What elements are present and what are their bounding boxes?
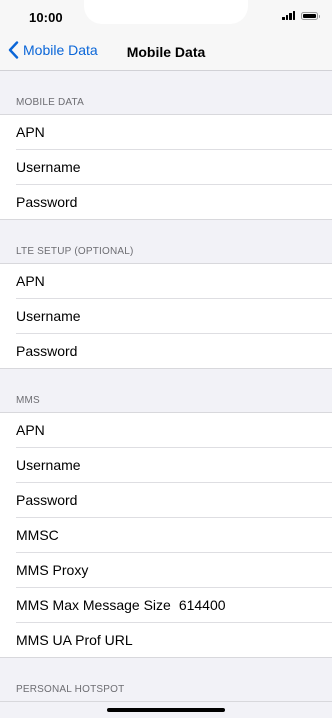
field-label: Password (16, 194, 78, 210)
field-label: MMS UA Prof URL (16, 632, 133, 648)
mobile-data-password-field[interactable]: Password (0, 185, 332, 220)
field-label: Password (16, 343, 78, 359)
field-label: Username (16, 308, 81, 324)
mms-max-message-size-field[interactable]: MMS Max Message Size 614400 (16, 588, 332, 623)
field-label: Username (16, 159, 81, 175)
lte-setup-group: APN Username Password (0, 264, 332, 369)
status-time: 10:00 (29, 10, 63, 25)
mms-proxy-field[interactable]: MMS Proxy (16, 553, 332, 588)
mms-username-field[interactable]: Username (16, 448, 332, 483)
field-label: MMS Proxy (16, 562, 89, 578)
field-label: MMSC (16, 527, 59, 543)
field-label: MMS Max Message Size (16, 597, 171, 613)
lte-password-field[interactable]: Password (0, 334, 332, 369)
home-indicator[interactable] (107, 708, 225, 712)
mobile-data-group: APN Username Password (0, 115, 332, 220)
field-label: APN (16, 273, 45, 289)
mmsc-field[interactable]: MMSC (16, 518, 332, 553)
field-label: APN (16, 124, 45, 140)
settings-list: MOBILE DATA APN Username Password LTE SE… (0, 71, 332, 702)
field-label: Password (16, 492, 78, 508)
field-value: 614400 (178, 597, 226, 613)
status-bar: 10:00 (0, 0, 332, 34)
section-header-lte-setup: LTE SETUP (OPTIONAL) (0, 220, 332, 264)
mms-group: APN Username Password MMSC MMS Proxy MMS… (0, 413, 332, 658)
signal-icon (282, 11, 295, 20)
field-label: APN (16, 422, 45, 438)
mms-ua-prof-url-field[interactable]: MMS UA Prof URL (0, 623, 332, 658)
lte-username-field[interactable]: Username (16, 299, 332, 334)
navigation-bar: Mobile Data Mobile Data (0, 34, 332, 71)
lte-apn-field[interactable]: APN (16, 264, 332, 299)
notch (84, 0, 248, 24)
mms-apn-field[interactable]: APN (16, 413, 332, 448)
status-icons (282, 11, 320, 20)
mobile-data-username-field[interactable]: Username (16, 150, 332, 185)
mobile-data-apn-field[interactable]: APN (16, 115, 332, 150)
field-label: Username (16, 457, 81, 473)
page-title: Mobile Data (126, 44, 206, 60)
mms-password-field[interactable]: Password (16, 483, 332, 518)
section-header-personal-hotspot: PERSONAL HOTSPOT (0, 658, 332, 702)
section-header-mobile-data: MOBILE DATA (0, 71, 332, 115)
section-header-mms: MMS (0, 369, 332, 413)
battery-icon (301, 11, 320, 20)
